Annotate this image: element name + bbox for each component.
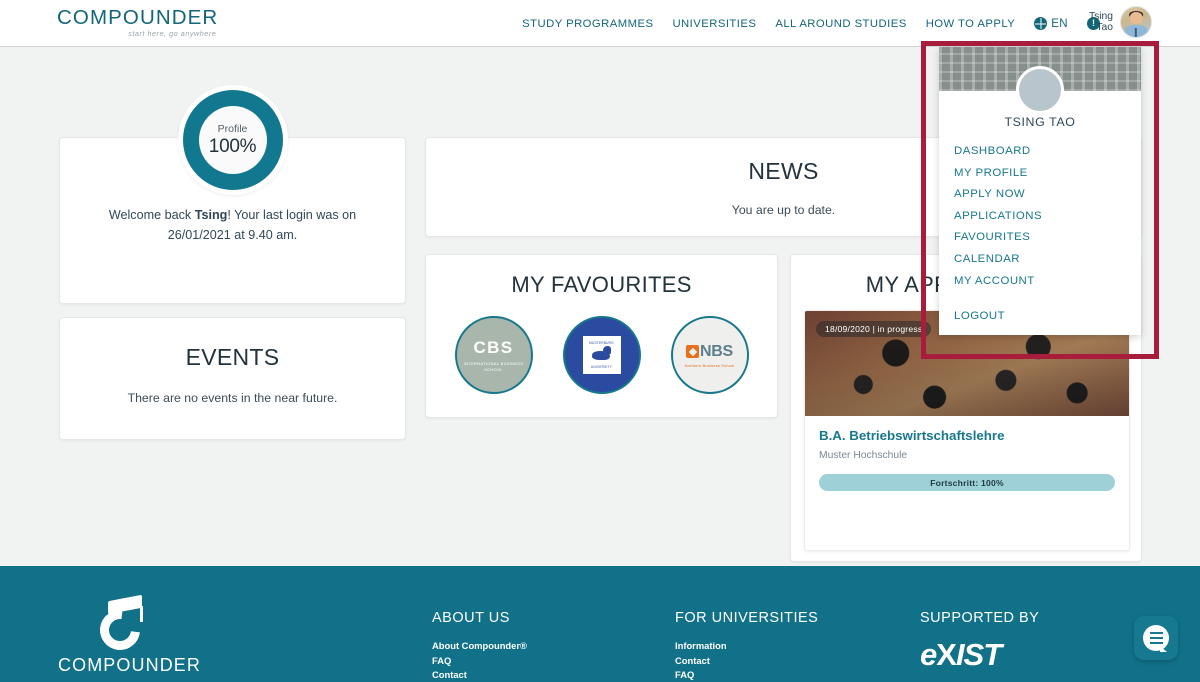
nav-item-study-programmes[interactable]: STUDY PROGRAMMES [522,18,653,30]
application-body: B.A. Betriebswirtschaftslehre Muster Hoc… [805,416,1129,491]
welcome-prefix: Welcome back [108,208,195,222]
application-school: Muster Hochschule [819,450,908,461]
user-dropdown-menu: TSING TAO DASHBOARD MY PROFILE APPLY NOW… [939,47,1141,335]
menu-item-dashboard[interactable]: DASHBOARD [954,141,1141,163]
chat-bubble-icon [1143,625,1169,652]
favourites-card: MY FAVOURITES CBS INTERNATIONAL BUSINESS… [425,254,778,418]
menu-item-favourites[interactable]: FAVOURITES [954,227,1141,249]
events-card: EVENTS There are no events in the near f… [59,317,406,440]
menu-item-my-profile[interactable]: MY PROFILE [954,163,1141,185]
dropdown-menu-list: DASHBOARD MY PROFILE APPLY NOW APPLICATI… [939,141,1141,328]
chat-widget-button[interactable] [1134,616,1178,660]
site-footer: COMPOUNDER ABOUT US About Compounder® FA… [0,566,1200,682]
footer-link-about-faq[interactable]: FAQ [432,654,527,669]
language-label: EN [1051,17,1068,30]
favourite-logo-nbs[interactable]: NBS Northern Business School [670,316,749,394]
dropdown-user-name: TSING TAO [1004,115,1076,129]
footer-link-uni-contact[interactable]: Contact [675,654,818,669]
seal-bottom-text: UNIVERSITY [590,365,613,369]
nbs-subtitle: Northern Business School [684,362,735,368]
exist-logo-x: X [936,637,957,672]
ring-value: 100% [208,135,257,157]
application-item[interactable]: 18/09/2020 | in progress B.A. Betriebswi… [804,310,1130,551]
nav-item-how-to-apply[interactable]: HOW TO APPLY [926,18,1016,30]
nbs-diamond-icon [686,345,700,358]
nav-item-all-around-studies[interactable]: ALL AROUND STUDIES [775,18,906,30]
menu-item-applications[interactable]: APPLICATIONS [954,206,1141,228]
favourite-logo-university[interactable]: MUSTERBURG UNIVERSITY [562,316,641,394]
user-last-name: Tao [1096,22,1113,33]
footer-universities-heading: FOR UNIVERSITIES [675,610,819,626]
ring-center: Profile 100% [198,106,267,174]
avatar[interactable] [1120,6,1152,38]
footer-wordmark: COMPOUNDER [58,655,202,675]
university-seal-icon: MUSTERBURG UNIVERSITY [581,335,622,375]
favourites-list: CBS INTERNATIONAL BUSINESS SCHOOL MUSTER… [426,316,777,394]
favourites-title: MY FAVOURITES [511,272,692,297]
application-title[interactable]: B.A. Betriebswirtschaftslehre [819,428,1115,443]
welcome-message: Welcome back Tsing! Your last login was … [76,205,389,245]
user-first-name: Tsing [1088,10,1113,22]
application-status-badge: 18/09/2020 | in progress [816,321,932,337]
ring-track: Profile 100% [182,90,283,190]
logo-tagline: start here, go anywhere [128,29,217,38]
menu-item-calendar[interactable]: CALENDAR [954,249,1141,271]
graduation-cap-icon [91,594,154,659]
exist-logo-e: e [920,637,937,672]
footer-link-about-contact[interactable]: Contact [432,668,527,682]
exist-logo: eXIST [920,639,1039,671]
profile-completion-ring: Profile 100% [177,85,288,195]
events-title: EVENTS [185,344,280,370]
footer-about-heading: ABOUT US [432,610,510,626]
globe-icon [1034,17,1048,30]
footer-link-uni-information[interactable]: Information [675,639,818,654]
nav-item-universities[interactable]: UNIVERSITIES [672,18,756,30]
profile-card: Profile 100% Welcome back Tsing! Your la… [59,85,406,304]
favourite-logo-cbs[interactable]: CBS INTERNATIONAL BUSINESS SCHOOL [454,316,533,394]
dashboard-page: COMPOUNDER start here, go anywhere STUDY… [0,0,1200,682]
primary-nav: STUDY PROGRAMMES UNIVERSITIES ALL AROUND… [522,0,1100,47]
welcome-user-name: Tsing [194,208,228,222]
footer-column-universities: FOR UNIVERSITIES Information Contact FAQ [675,610,818,682]
footer-link-about-compounder[interactable]: About Compounder® [432,639,527,654]
nbs-lockup: NBS [686,343,733,361]
events-empty-text: There are no events in the near future. [127,391,338,405]
footer-column-supported-by: SUPPORTED BY eXIST [920,610,1039,671]
exist-logo-ist: IST [955,637,1002,672]
menu-item-my-account[interactable]: MY ACCOUNT [954,271,1141,293]
language-switcher[interactable]: EN [1034,17,1068,30]
site-header: COMPOUNDER start here, go anywhere STUDY… [0,0,1200,47]
logo-wordmark: COMPOUNDER [57,6,219,29]
dropdown-avatar[interactable] [1016,66,1064,114]
site-logo[interactable]: COMPOUNDER start here, go anywhere [57,6,218,38]
menu-item-logout[interactable]: LOGOUT [954,306,1141,328]
application-progress-label: Fortschritt: 100% [930,477,1004,488]
footer-logo: COMPOUNDER [58,594,202,676]
cbs-wordmark: CBS [473,338,514,357]
footer-column-about: ABOUT US About Compounder® FAQ Contact [432,610,527,682]
footer-link-uni-faq[interactable]: FAQ [675,668,818,682]
menu-item-apply-now[interactable]: APPLY NOW [954,184,1141,206]
horse-icon [589,345,615,365]
cbs-subtitle: INTERNATIONAL BUSINESS SCHOOL [463,361,524,372]
user-menu-button[interactable]: Tsing Tao [1089,6,1152,38]
ring-label: Profile [217,122,248,135]
avatar-image [1121,7,1151,37]
nbs-wordmark: NBS [700,342,733,360]
user-name: Tsing Tao [1089,11,1113,34]
application-progress-bar: Fortschritt: 100% [819,474,1115,491]
footer-supported-heading: SUPPORTED BY [920,610,1040,626]
